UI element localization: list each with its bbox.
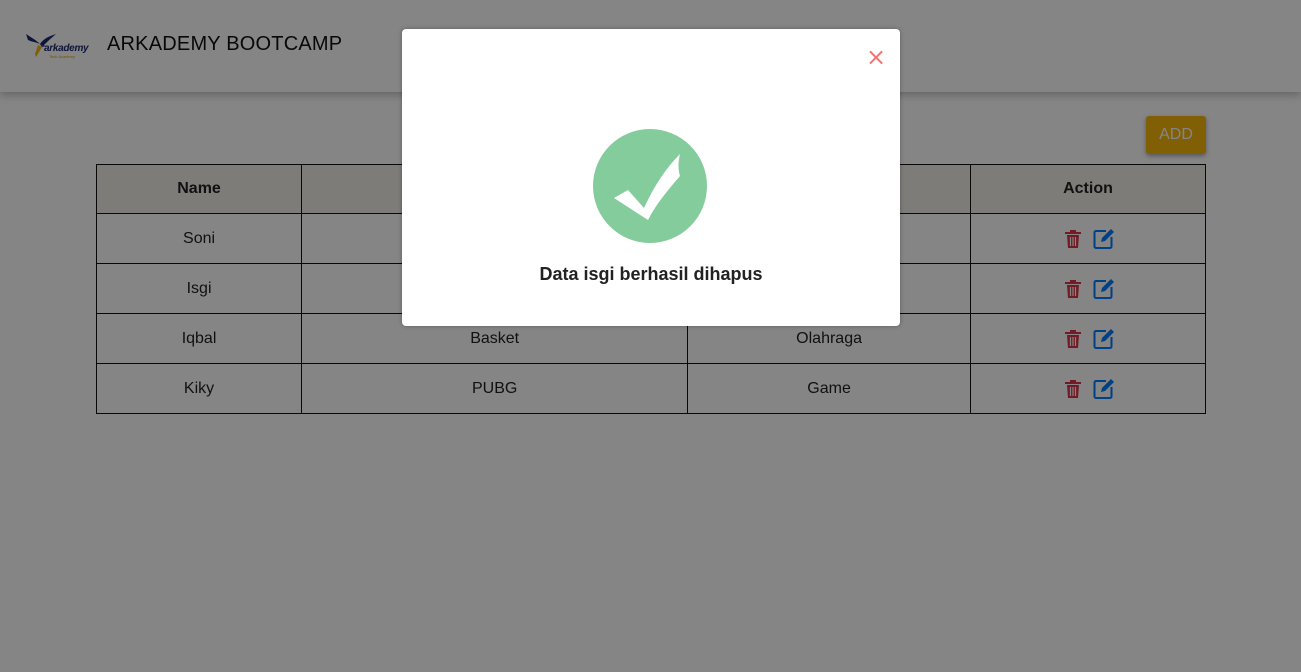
modal-message: Data isgi berhasil dihapus [539, 264, 763, 284]
success-modal: × Data isgi berhasil dihapus [402, 29, 900, 326]
success-check-icon [593, 129, 707, 243]
close-icon[interactable]: × [866, 43, 886, 71]
